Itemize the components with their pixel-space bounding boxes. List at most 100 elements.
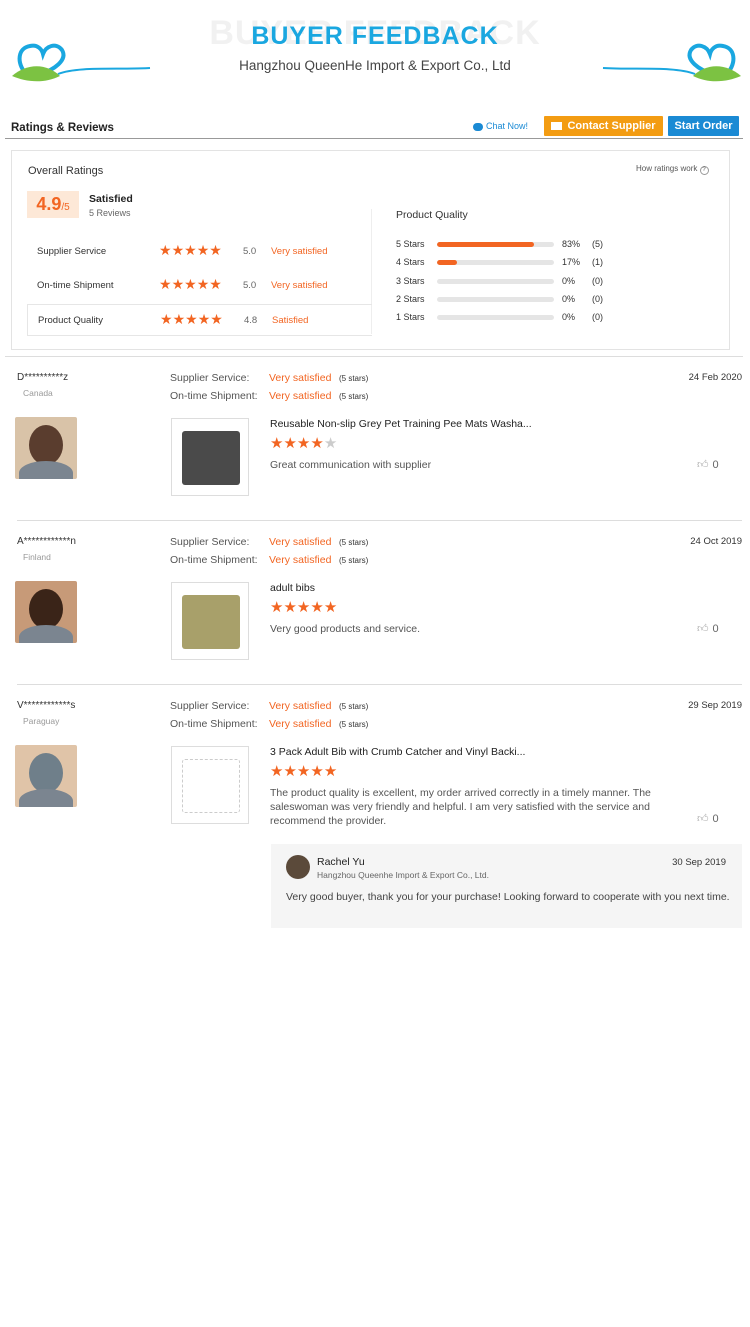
overall-rating-row: On-time Shipment ★★★★★ 5.0 Very satisfied bbox=[27, 270, 372, 302]
star-filled-icon: ★ bbox=[323, 763, 338, 780]
quality-level-pct: 0% bbox=[562, 312, 576, 323]
chat-icon bbox=[473, 122, 483, 131]
star-filled-icon: ★ bbox=[283, 435, 297, 452]
quality-title: Product Quality bbox=[396, 209, 468, 221]
product-image bbox=[182, 759, 240, 813]
star-filled-icon: ★ bbox=[185, 311, 198, 327]
avatar bbox=[15, 581, 77, 643]
product-image bbox=[182, 595, 240, 649]
star-filled-icon: ★ bbox=[296, 763, 311, 780]
review-divider bbox=[17, 520, 742, 521]
review-comment: The product quality is excellent, my ord… bbox=[270, 787, 651, 827]
avatar bbox=[15, 417, 77, 479]
rating-name: On-time Shipment bbox=[37, 280, 114, 291]
start-order-button[interactable]: Start Order bbox=[668, 116, 739, 136]
supplier-service-label: Supplier Service: bbox=[170, 372, 250, 384]
star-filled-icon: ★ bbox=[209, 276, 222, 292]
quality-level-count: (0) bbox=[592, 293, 603, 304]
rating-stars: ★★★★★ bbox=[160, 312, 223, 326]
heart-leaf-logo-left bbox=[12, 43, 151, 82]
avatar-shoulders bbox=[19, 625, 73, 643]
rating-stars: ★★★★★ bbox=[159, 277, 222, 291]
quality-level-pct: 17% bbox=[562, 257, 581, 268]
supplier-service-stars: (5 stars) bbox=[339, 702, 369, 711]
overall-score-badge: 4.9/5 bbox=[27, 191, 79, 218]
quality-level-count: (0) bbox=[592, 312, 603, 323]
rating-text: Satisfied bbox=[272, 315, 309, 326]
star-filled-icon: ★ bbox=[172, 311, 186, 327]
overall-rating-row: Product Quality ★★★★★ 4.8 Satisfied bbox=[27, 304, 372, 336]
quality-bar bbox=[437, 278, 554, 284]
review-date: 24 Oct 2019 bbox=[690, 536, 742, 547]
overall-score: 4.9 bbox=[36, 194, 62, 214]
rating-stars: ★★★★★ bbox=[159, 243, 222, 257]
quality-level-pct: 83% bbox=[562, 239, 581, 249]
section-title: Ratings & Reviews bbox=[11, 122, 114, 134]
star-empty-icon: ★ bbox=[323, 435, 338, 452]
review-date: 29 Sep 2019 bbox=[688, 700, 742, 711]
mail-icon bbox=[551, 122, 563, 131]
like-button[interactable]: 👍︎ 0 bbox=[697, 812, 719, 825]
quality-level-label: 3 Stars bbox=[396, 275, 425, 286]
overall-title: Overall Ratings bbox=[28, 165, 104, 177]
review-date: 24 Feb 2020 bbox=[688, 372, 742, 383]
star-filled-icon: ★ bbox=[196, 276, 210, 292]
like-button[interactable]: 👍︎ 0 bbox=[697, 622, 719, 635]
quality-level-label: 1 Stars bbox=[396, 312, 425, 323]
overall-out-of: /5 bbox=[61, 202, 70, 213]
like-button[interactable]: 👍︎ 0 bbox=[697, 458, 719, 471]
reply-name: Rachel Yu bbox=[317, 856, 365, 868]
ontime-label: On-time Shipment: bbox=[170, 718, 258, 730]
ontime-stars: (5 stars) bbox=[339, 392, 369, 401]
avatar-face bbox=[29, 753, 63, 793]
quality-level-pct: 0% bbox=[562, 275, 576, 286]
ontime-value: Very satisfied bbox=[269, 554, 332, 566]
ontime-label: On-time Shipment: bbox=[170, 554, 258, 566]
product-title-link[interactable]: 3 Pack Adult Bib with Crumb Catcher and … bbox=[270, 746, 525, 758]
star-filled-icon: ★ bbox=[283, 763, 297, 780]
product-rating-stars: ★★★★★ bbox=[270, 764, 337, 779]
product-title-link[interactable]: Reusable Non-slip Grey Pet Training Pee … bbox=[270, 418, 532, 430]
reviewer-name: A************n bbox=[17, 536, 76, 547]
product-thumbnail[interactable] bbox=[171, 582, 249, 660]
supplier-service-stars: (5 stars) bbox=[339, 374, 369, 383]
star-filled-icon: ★ bbox=[209, 242, 222, 258]
review-divider bbox=[17, 684, 742, 685]
review-comment: Very good products and service. bbox=[270, 623, 421, 635]
quality-level-label: 4 Stars bbox=[396, 257, 425, 268]
overall-review-count: 5 Reviews bbox=[89, 208, 131, 218]
quality-bar-fill bbox=[437, 242, 535, 247]
contact-supplier-label: Contact Supplier bbox=[567, 120, 656, 132]
avatar-shoulders bbox=[19, 461, 73, 479]
star-filled-icon: ★ bbox=[196, 242, 210, 258]
how-ratings-label: How ratings work bbox=[636, 164, 698, 173]
rating-value: 5.0 bbox=[243, 280, 257, 291]
banner-title: BUYER FEEDBACK bbox=[251, 22, 499, 50]
chat-now-link[interactable]: Chat Now! bbox=[473, 121, 528, 131]
supplier-service-value: Very satisfied bbox=[269, 536, 332, 548]
star-filled-icon: ★ bbox=[184, 242, 197, 258]
product-thumbnail[interactable] bbox=[171, 746, 249, 824]
review-comment: Great communication with supplier bbox=[270, 459, 432, 471]
star-filled-icon: ★ bbox=[159, 242, 172, 258]
product-thumbnail[interactable] bbox=[171, 418, 249, 496]
quality-level-pct: 0% bbox=[562, 293, 576, 304]
contact-supplier-button[interactable]: Contact Supplier bbox=[544, 116, 663, 136]
like-count: 0 bbox=[712, 623, 719, 635]
quality-bar bbox=[437, 315, 554, 321]
rating-name: Product Quality bbox=[38, 315, 103, 326]
avatar-face bbox=[29, 425, 63, 465]
quality-level-label: 5 Stars bbox=[396, 239, 425, 249]
product-title-link[interactable]: adult bibs bbox=[270, 582, 315, 594]
reviewer-country: Finland bbox=[23, 552, 51, 562]
banner: BUYER FEEDBACK BUYER FEEDBACK Hangzhou Q… bbox=[0, 0, 750, 100]
rating-text: Very satisfied bbox=[271, 246, 328, 257]
star-filled-icon: ★ bbox=[171, 242, 185, 258]
star-filled-icon: ★ bbox=[323, 599, 338, 616]
rating-value: 5.0 bbox=[243, 246, 257, 257]
how-ratings-work-link[interactable]: How ratings work ? bbox=[636, 164, 709, 175]
question-icon: ? bbox=[699, 166, 709, 175]
star-filled-icon: ★ bbox=[270, 763, 284, 780]
reply-company: Hangzhou Queenhe Import & Export Co., Lt… bbox=[317, 870, 489, 880]
star-filled-icon: ★ bbox=[310, 435, 324, 452]
